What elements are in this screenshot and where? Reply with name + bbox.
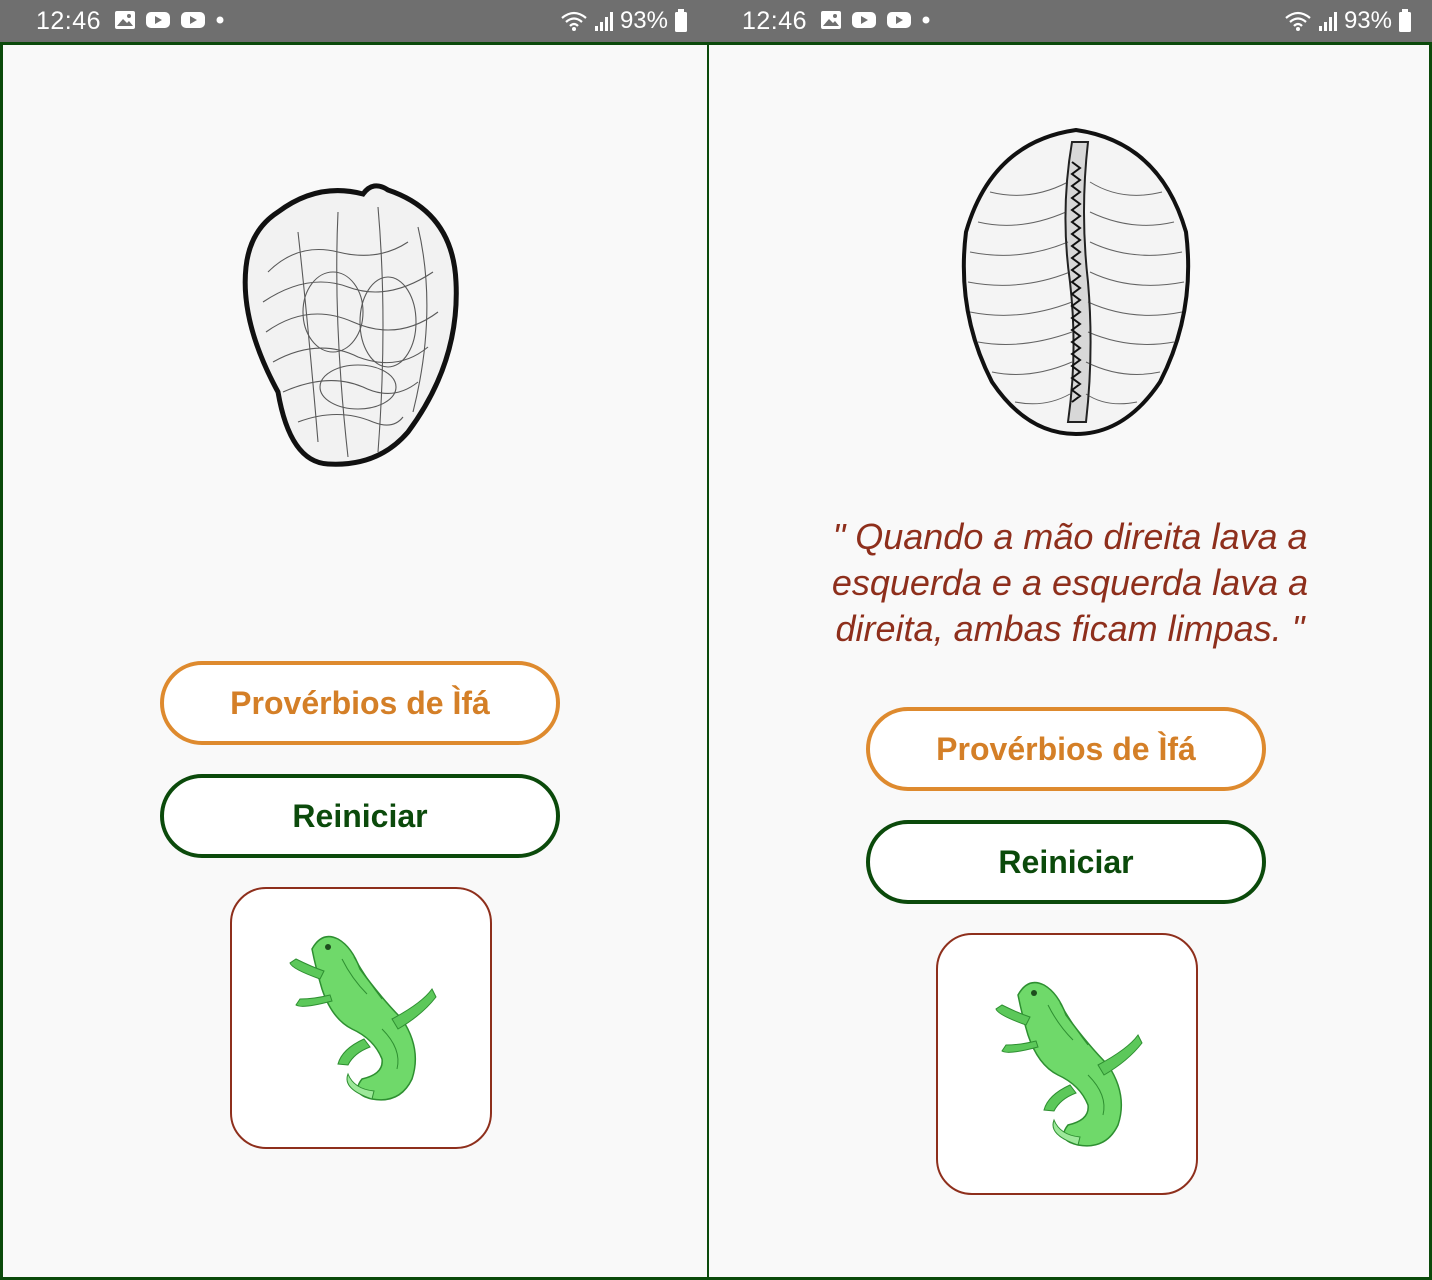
gallery-icon [115, 11, 135, 29]
notification-icons [114, 10, 225, 30]
notification-icons [820, 10, 931, 30]
iguana-icon [995, 981, 1143, 1147]
youtube-icon [887, 12, 911, 28]
proverbs-button[interactable]: Provérbios de Ìfá [160, 661, 560, 745]
status-bar: 12:46 93% [708, 0, 1432, 42]
status-right: 93% [560, 7, 688, 35]
status-bar: 12:46 93% [0, 0, 708, 42]
iguana-icon [289, 935, 437, 1101]
battery-icon [675, 9, 687, 32]
proverbs-button[interactable]: Provérbios de Ìfá [866, 707, 1266, 791]
status-time: 12:46 [742, 7, 808, 35]
cowrie-shell-illustration [961, 127, 1191, 437]
youtube-icon [852, 12, 876, 28]
wifi-icon [561, 11, 587, 31]
status-right: 93% [1284, 7, 1412, 35]
youtube-icon [146, 12, 170, 28]
signal-icon [594, 12, 613, 31]
status-time: 12:46 [36, 7, 102, 35]
restart-button[interactable]: Reiniciar [160, 774, 560, 858]
dot-icon [216, 16, 224, 24]
battery-percent: 93% [1343, 7, 1392, 34]
kola-nut-illustration [242, 183, 459, 467]
battery-percent: 93% [619, 7, 668, 34]
youtube-icon [181, 12, 205, 28]
iguana-button[interactable] [230, 887, 492, 1149]
screen-left: 12:46 93% Provérbios de Ìfá Reiniciar [0, 0, 708, 1280]
battery-icon [1399, 9, 1411, 32]
restart-button[interactable]: Reiniciar [866, 820, 1266, 904]
iguana-button[interactable] [936, 933, 1198, 1195]
signal-icon [1318, 12, 1337, 31]
wifi-icon [1285, 11, 1311, 31]
proverb-text: " Quando a mão direita lava a esquerda e… [831, 516, 1309, 649]
gallery-icon [821, 11, 841, 29]
screen-right: 12:46 93% " Quando a mão direita lava a … [708, 0, 1432, 1280]
dot-icon [922, 16, 930, 24]
